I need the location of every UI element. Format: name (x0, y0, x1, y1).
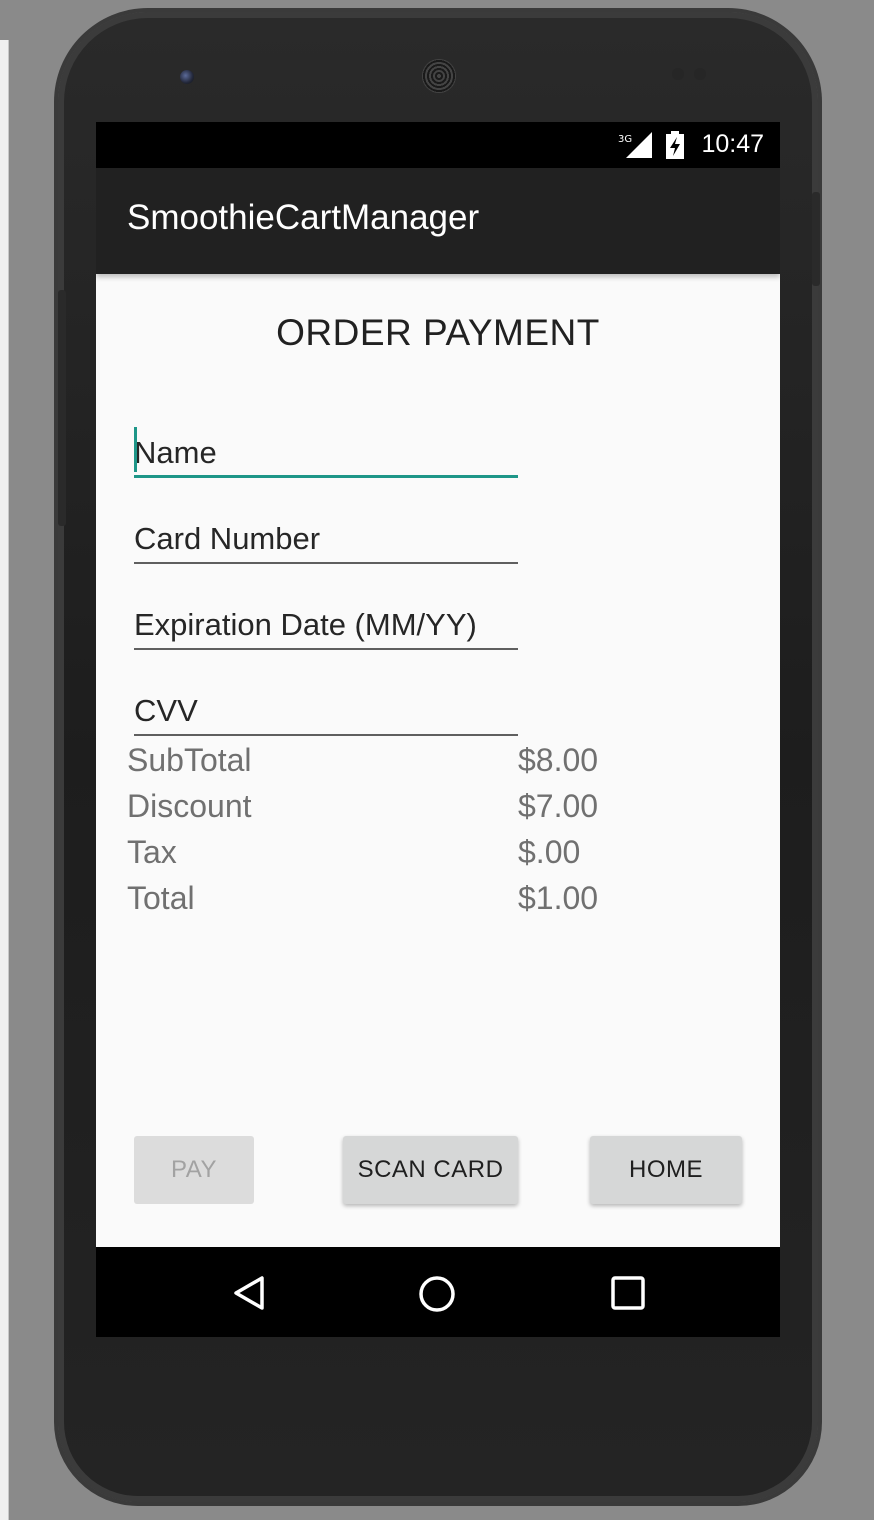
subtotal-value: $8.00 (518, 742, 599, 778)
action-bar: SmoothieCartManager (96, 168, 780, 274)
back-triangle-icon[interactable] (232, 1275, 266, 1311)
battery-charging-icon (666, 131, 684, 159)
earpiece-speaker-icon (422, 59, 456, 93)
text-cursor (134, 427, 137, 472)
device-screen: 3G 10:47 SmoothieCartManager ORDER PAYME… (96, 122, 780, 1337)
total-label: Total (127, 880, 195, 916)
app-title: SmoothieCartManager (127, 198, 480, 237)
front-camera-icon (180, 70, 194, 84)
volume-button[interactable] (58, 290, 66, 526)
background-window-edge (0, 40, 9, 1520)
navigation-bar (96, 1247, 780, 1337)
signal-3g-icon: 3G (618, 132, 652, 158)
expiration-date-input[interactable] (134, 602, 518, 650)
cvv-input[interactable] (134, 688, 518, 736)
discount-value: $7.00 (518, 788, 599, 824)
proximity-sensor-icon (672, 68, 684, 80)
page-title: ORDER PAYMENT (276, 312, 600, 353)
total-value: $1.00 (518, 880, 599, 916)
status-bar: 3G 10:47 (96, 122, 780, 168)
card-number-input[interactable] (134, 516, 518, 564)
discount-label: Discount (127, 788, 252, 824)
subtotal-label: SubTotal (127, 742, 252, 778)
name-input[interactable] (134, 430, 518, 478)
status-time: 10:47 (701, 130, 764, 158)
home-button[interactable]: HOME (590, 1136, 742, 1204)
home-circle-icon[interactable] (418, 1275, 456, 1313)
pay-button[interactable]: PAY (134, 1136, 254, 1204)
scan-card-button[interactable]: SCAN CARD (343, 1136, 518, 1204)
power-button[interactable] (812, 192, 820, 286)
tax-value: $.00 (518, 834, 581, 870)
light-sensor-icon (694, 68, 706, 80)
recents-square-icon[interactable] (610, 1275, 646, 1311)
tax-label: Tax (127, 834, 177, 870)
network-type-label: 3G (618, 134, 632, 145)
